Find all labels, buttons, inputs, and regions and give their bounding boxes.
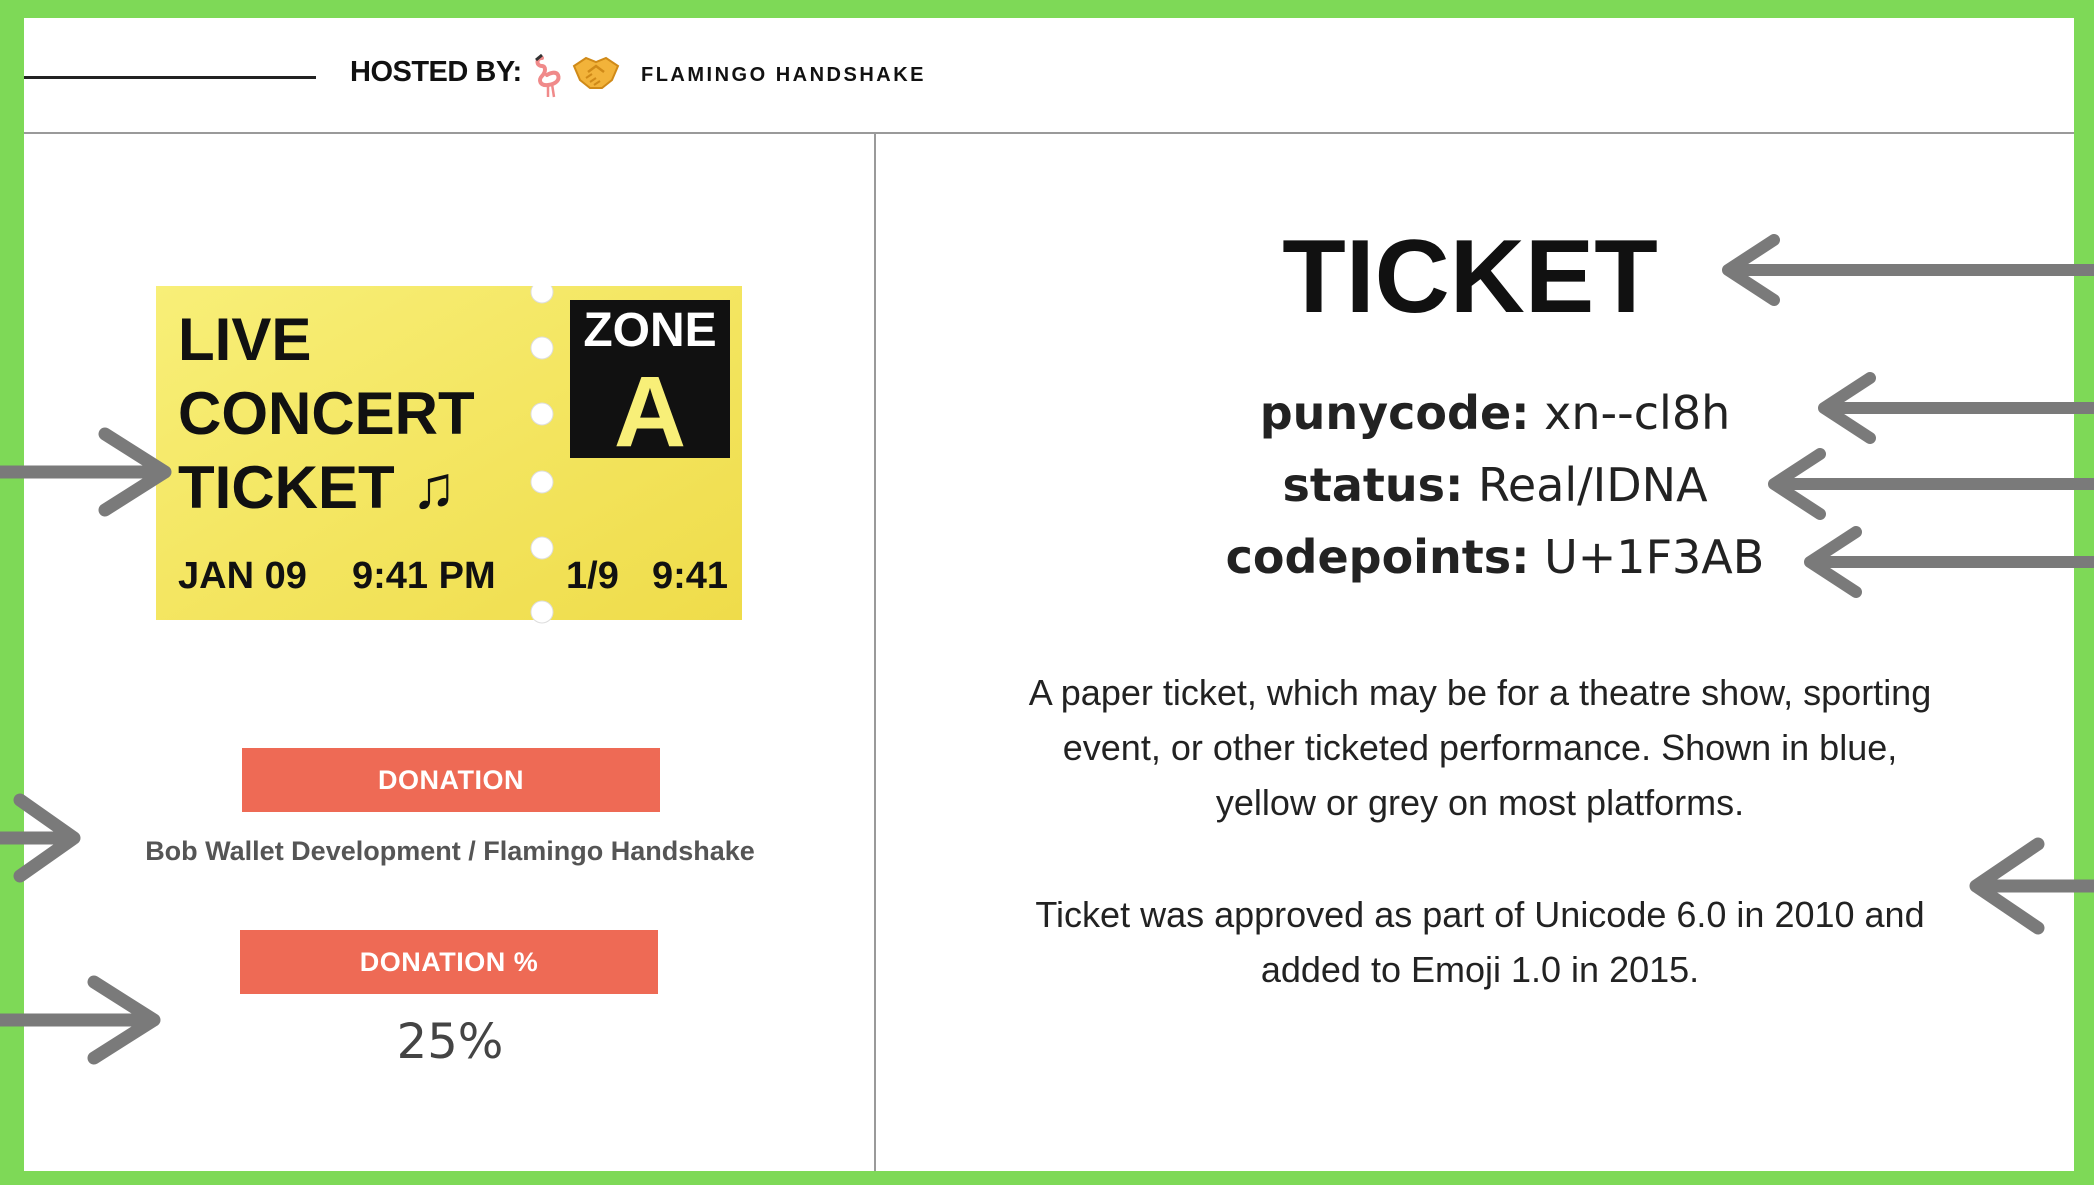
column-divider — [874, 133, 876, 1171]
ticket-line-live: LIVE — [178, 306, 311, 373]
host-name: FLAMINGO HANDSHAKE — [641, 64, 926, 86]
header-divider — [24, 132, 2074, 134]
status-value: Real/IDNA — [1478, 458, 1708, 512]
perforation-hole — [530, 286, 554, 304]
flamingo-icon — [535, 53, 561, 98]
arrow-right-icon — [0, 427, 172, 517]
ticket-time: 9:41 PM — [352, 555, 496, 597]
codepoints-key: codepoints: — [1225, 530, 1530, 584]
arrow-left-icon — [1804, 526, 2094, 598]
arrow-left-icon — [1969, 837, 2094, 935]
handshake-icon — [572, 56, 620, 89]
punycode-key: punycode: — [1259, 386, 1530, 440]
arrow-left-icon — [1768, 448, 2094, 520]
perforation-hole — [530, 536, 554, 560]
emoji-title: TICKET — [1282, 219, 1658, 335]
perforation-hole — [530, 402, 554, 426]
codepoints-value: U+1F3AB — [1544, 530, 1765, 584]
ticket-line-concert: CONCERT — [178, 380, 475, 447]
arrow-right-icon — [0, 793, 81, 883]
codepoints-row: codepoints: U+1F3AB — [1070, 530, 1920, 584]
stub-time: 9:41 — [652, 555, 728, 597]
punycode-row: punycode: xn--cl8h — [1070, 386, 1920, 440]
arrow-left-icon — [1722, 234, 2094, 306]
arrow-right-icon — [0, 975, 161, 1065]
punycode-value: xn--cl8h — [1544, 386, 1731, 440]
status-key: status: — [1282, 458, 1464, 512]
stub-date: 1/9 — [566, 555, 619, 597]
zone-letter: A — [614, 356, 686, 468]
hosted-by-label: HOSTED BY: — [350, 56, 522, 88]
donation-percent-value: 25% — [396, 1014, 504, 1070]
emoji-history: Ticket was approved as part of Unicode 6… — [1035, 894, 1925, 990]
donation-percent-button[interactable]: DONATION % — [240, 930, 658, 994]
header-rule — [24, 76, 316, 79]
ticket-emoji-image: LIVE CONCERT TICKET ♫ ZONE A JAN 09 9:41… — [156, 286, 742, 624]
ticket-line-ticket: TICKET ♫ — [178, 454, 456, 521]
zone-label: ZONE — [583, 304, 716, 357]
emoji-description: A paper ticket, which may be for a theat… — [1028, 672, 1932, 823]
donation-recipient: Bob Wallet Development / Flamingo Handsh… — [145, 836, 755, 866]
perforation-hole — [530, 470, 554, 494]
arrow-left-icon — [1818, 372, 2094, 444]
perforation-hole — [530, 336, 554, 360]
perforation-hole — [530, 600, 554, 624]
donation-button[interactable]: DONATION — [242, 748, 660, 812]
ticket-date: JAN 09 — [178, 555, 307, 597]
